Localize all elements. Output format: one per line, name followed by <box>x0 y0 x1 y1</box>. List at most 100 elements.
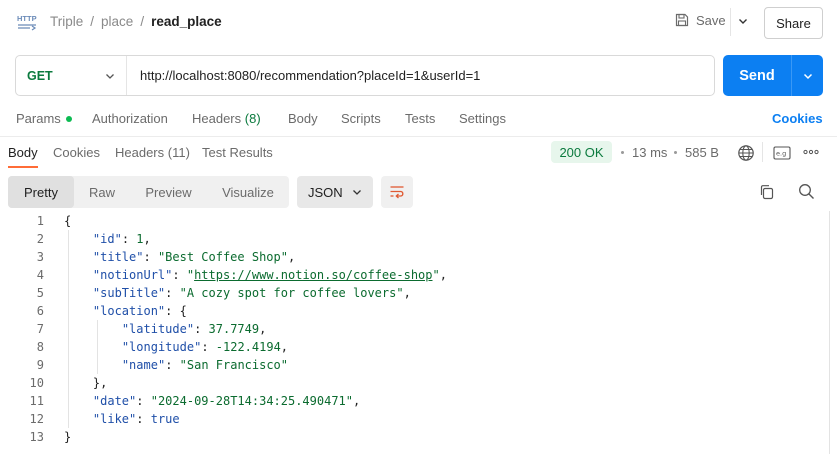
save-response-example-icon[interactable]: e.g <box>773 146 791 160</box>
code-line: 4 "notionUrl": "https://www.notion.so/cof… <box>0 266 837 284</box>
separator-dot <box>621 151 624 154</box>
tab-response-body[interactable]: Body <box>8 145 38 160</box>
code-line: 9 "name": "San Francisco" <box>0 356 837 374</box>
code-text: "latitude": 37.7749, <box>121 322 267 336</box>
language-label: JSON <box>308 184 343 200</box>
wrap-lines-icon <box>390 186 404 199</box>
response-size[interactable]: 585 B <box>685 145 719 160</box>
url-link[interactable]: https://www.notion.so/coffee-shop <box>194 268 432 282</box>
method-label: GET <box>27 68 53 83</box>
tab-params-label: Params <box>16 111 61 126</box>
line-number: 4 <box>36 268 44 282</box>
line-number: 6 <box>36 304 44 318</box>
code-line: 5 "subTitle": "A cozy spot for coffee lov… <box>0 284 837 302</box>
json-value: true <box>150 412 180 426</box>
code-text: "name": "San Francisco" <box>121 358 289 372</box>
url-input[interactable]: http://localhost:8080/recommendation?pla… <box>127 68 480 83</box>
tab-test-results[interactable]: Test Results <box>202 145 273 160</box>
tab-response-headers[interactable]: Headers (11) <box>115 145 190 160</box>
scrollbar-track[interactable] <box>829 211 830 454</box>
tab-tests[interactable]: Tests <box>405 111 435 126</box>
copy-icon[interactable] <box>759 184 775 200</box>
tab-body[interactable]: Body <box>288 111 318 126</box>
code-line: 2 "id": 1, <box>0 230 837 248</box>
code-text: } <box>64 428 71 446</box>
save-icon <box>675 13 689 27</box>
tab-headers-label: Headers <box>192 111 242 126</box>
chevron-down-icon[interactable] <box>737 15 749 27</box>
json-value: -122.4194 <box>215 340 281 354</box>
tab-params[interactable]: Params <box>16 111 72 126</box>
view-pretty[interactable]: Pretty <box>8 176 74 208</box>
send-button[interactable]: Send <box>723 55 823 96</box>
globe-icon[interactable] <box>737 144 755 162</box>
code-line: 3 "title": "Best Coffee Shop", <box>0 248 837 266</box>
svg-text:e.g: e.g <box>776 150 786 158</box>
language-select[interactable]: JSON <box>297 176 373 208</box>
breadcrumb-folder[interactable]: place <box>101 14 133 29</box>
cookies-link[interactable]: Cookies <box>772 111 823 126</box>
json-key: "id" <box>92 232 122 246</box>
wrap-lines-button[interactable] <box>381 176 413 208</box>
send-options-button[interactable] <box>792 70 823 82</box>
json-url-value[interactable]: "https://www.notion.so/coffee-shop" <box>187 268 440 282</box>
json-value: "Best Coffee Shop" <box>157 250 288 264</box>
code-text: "subTitle": "A cozy spot for coffee love… <box>92 286 411 300</box>
json-punctuation: } <box>64 430 72 444</box>
code-line: 6 "location": { <box>0 302 837 320</box>
json-key: "like" <box>92 412 137 426</box>
divider <box>762 142 763 162</box>
params-indicator <box>65 115 72 122</box>
send-label: Send <box>739 67 775 84</box>
code-text: "longitude": -122.4194, <box>121 340 289 354</box>
more-options-icon[interactable] <box>803 148 819 156</box>
url-bar: GET http://localhost:8080/recommendation… <box>15 55 715 96</box>
json-key: "title" <box>92 250 144 264</box>
tab-authorization[interactable]: Authorization <box>92 111 168 126</box>
code-line: 11 "date": "2024-09-28T14:34:25.490471", <box>0 392 837 410</box>
line-number: 11 <box>29 394 44 408</box>
line-number: 1 <box>36 214 44 228</box>
json-key: "name" <box>121 358 166 372</box>
code-text: "id": 1, <box>92 232 151 246</box>
code-line: 12 "like": true <box>0 410 837 428</box>
tab-headers[interactable]: Headers (8) <box>192 111 261 126</box>
breadcrumb-separator: / <box>140 14 145 29</box>
code-text: "notionUrl": "https://www.notion.so/coff… <box>92 268 447 282</box>
json-value: "2024-09-28T14:34:25.490471" <box>150 394 354 408</box>
tab-response-cookies[interactable]: Cookies <box>53 145 100 160</box>
method-select[interactable]: GET <box>16 56 127 95</box>
code-line: 1{ <box>0 212 837 230</box>
code-line: 8 "longitude": -122.4194, <box>0 338 837 356</box>
tab-scripts[interactable]: Scripts <box>341 111 381 126</box>
line-number: 13 <box>29 430 44 444</box>
view-raw[interactable]: Raw <box>74 176 130 208</box>
response-body-editor[interactable]: 1{ 2 "id": 1, 3 "title": "Best Coffee Shop",… <box>0 211 837 454</box>
code-text: "title": "Best Coffee Shop", <box>92 250 296 264</box>
line-number: 9 <box>36 358 44 372</box>
response-time[interactable]: 13 ms <box>632 145 667 160</box>
request-tabs: Params Authorization Headers (8) Body Sc… <box>16 108 837 130</box>
active-tab-indicator <box>8 166 38 168</box>
line-number: 3 <box>36 250 44 264</box>
status-badge[interactable]: 200 OK <box>551 141 612 163</box>
json-key: "latitude" <box>121 322 195 336</box>
code-text: "location": { <box>92 304 187 318</box>
json-key: "subTitle" <box>92 286 166 300</box>
view-visualize[interactable]: Visualize <box>207 176 289 208</box>
save-button[interactable]: Save <box>674 12 726 28</box>
share-button[interactable]: Share <box>764 7 823 39</box>
search-icon[interactable] <box>798 183 815 200</box>
line-number: 7 <box>36 322 44 336</box>
divider <box>0 136 837 137</box>
line-number: 2 <box>36 232 44 246</box>
headers-count: (8) <box>244 111 261 126</box>
json-key: "date" <box>92 394 137 408</box>
breadcrumb-separator: / <box>90 14 95 29</box>
view-preview[interactable]: Preview <box>130 176 207 208</box>
breadcrumb-collection[interactable]: Triple <box>50 14 83 29</box>
chevron-down-icon <box>803 73 812 79</box>
tab-settings[interactable]: Settings <box>459 111 506 126</box>
view-mode-toggle: Pretty Raw Preview Visualize <box>8 176 289 208</box>
request-name[interactable]: read_place <box>151 14 222 29</box>
